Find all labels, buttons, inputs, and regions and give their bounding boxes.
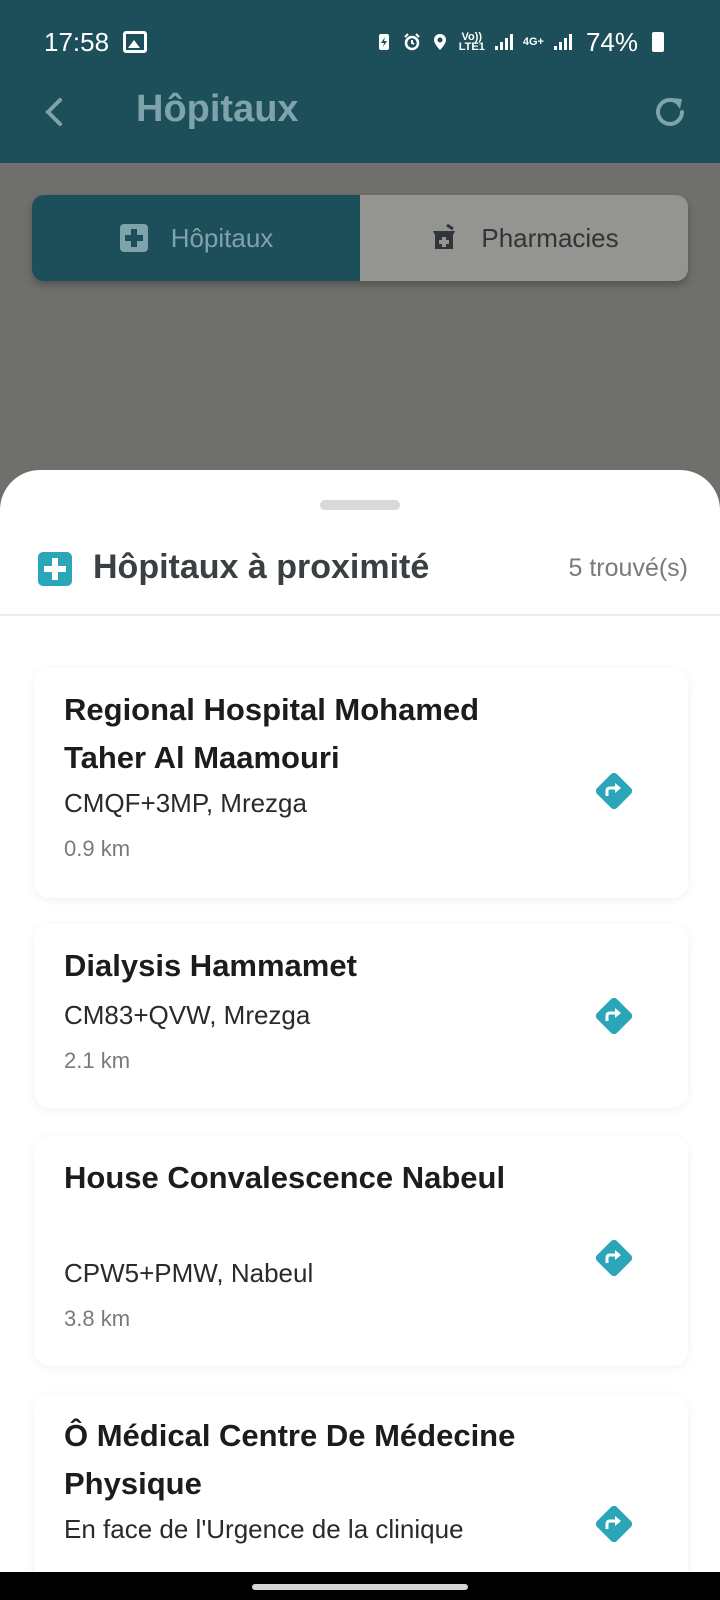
gallery-notification-icon xyxy=(123,31,148,53)
tab-pharmacies[interactable]: Pharmacies xyxy=(360,195,688,281)
results-bottom-sheet: Hôpitaux à proximité 5 trouvé(s) Regiona… xyxy=(0,470,720,1600)
results-count: 5 trouvé(s) xyxy=(568,554,688,582)
facility-type-tabs: Hôpitaux Pharmacies xyxy=(32,195,688,281)
hospital-distance: 2.1 km xyxy=(64,1048,131,1073)
sheet-header: Hôpitaux à proximité 5 trouvé(s) xyxy=(0,530,720,616)
directions-icon[interactable] xyxy=(594,996,634,1036)
list-item[interactable]: Ô Médical Centre De Médecine Physique En… xyxy=(34,1394,688,1600)
battery-saver-icon xyxy=(378,34,389,50)
pharmacy-mortar-icon xyxy=(433,223,456,249)
app-bar: Hôpitaux xyxy=(0,82,720,142)
status-bar: 17:58 Vo)) LTE1 4G+ 74% xyxy=(44,22,664,62)
signal-bars-icon xyxy=(494,34,513,50)
back-button[interactable] xyxy=(36,92,76,132)
hospital-cross-icon xyxy=(38,552,72,586)
list-item[interactable]: Regional Hospital Mohamed Taher Al Maamo… xyxy=(34,668,688,898)
hospital-name: Regional Hospital Mohamed Taher Al Maamo… xyxy=(64,692,480,775)
network-type: 4G+ xyxy=(522,36,544,48)
directions-icon[interactable] xyxy=(594,1504,634,1544)
directions-icon[interactable] xyxy=(594,1238,634,1278)
sheet-drag-handle[interactable] xyxy=(320,500,400,510)
sheet-title: Hôpitaux à proximité xyxy=(93,548,430,586)
home-gesture-handle[interactable] xyxy=(252,1584,468,1590)
hospital-cross-icon xyxy=(119,224,148,252)
chevron-left-icon xyxy=(45,98,62,126)
status-time: 17:58 xyxy=(44,26,110,57)
directions-icon[interactable] xyxy=(594,771,634,811)
battery-percentage: 74% xyxy=(585,26,638,57)
hospital-name: Ô Médical Centre De Médecine Physique xyxy=(64,1418,516,1501)
status-icons: Vo)) LTE1 4G+ 74% xyxy=(375,27,664,58)
tab-pharmacies-label: Pharmacies xyxy=(481,222,619,253)
hospital-address: CMQF+3MP, Mrezga xyxy=(64,788,307,818)
list-item[interactable]: Dialysis Hammamet CM83+QVW, Mrezga 2.1 k… xyxy=(34,924,688,1108)
alarm-icon xyxy=(404,33,420,51)
list-item[interactable]: House Convalescence Nabeul CPW5+PMW, Nab… xyxy=(34,1136,688,1366)
volte-indicator: Vo)) LTE1 xyxy=(458,31,485,53)
hospital-name: House Convalescence Nabeul xyxy=(64,1160,506,1195)
refresh-button[interactable] xyxy=(646,88,694,136)
hospital-name: Dialysis Hammamet xyxy=(64,948,357,983)
hospital-address: CPW5+PMW, Nabeul xyxy=(64,1258,314,1288)
hospital-distance: 0.9 km xyxy=(64,836,131,861)
hospital-address: CM83+QVW, Mrezga xyxy=(64,1000,311,1030)
battery-icon xyxy=(652,32,664,52)
hospital-distance: 3.8 km xyxy=(64,1306,131,1331)
system-navigation-bar xyxy=(0,1572,720,1600)
hospital-address: En face de l'Urgence de la clinique xyxy=(64,1514,464,1544)
tab-hopitaux-label: Hôpitaux xyxy=(170,222,274,253)
signal-bars-2-icon xyxy=(553,34,572,50)
tab-hopitaux[interactable]: Hôpitaux xyxy=(32,195,360,281)
refresh-icon xyxy=(656,97,684,126)
page-title: Hôpitaux xyxy=(136,88,299,130)
top-app-bar: 17:58 Vo)) LTE1 4G+ 74% Hôpitaux xyxy=(0,0,720,163)
location-icon xyxy=(433,34,446,50)
